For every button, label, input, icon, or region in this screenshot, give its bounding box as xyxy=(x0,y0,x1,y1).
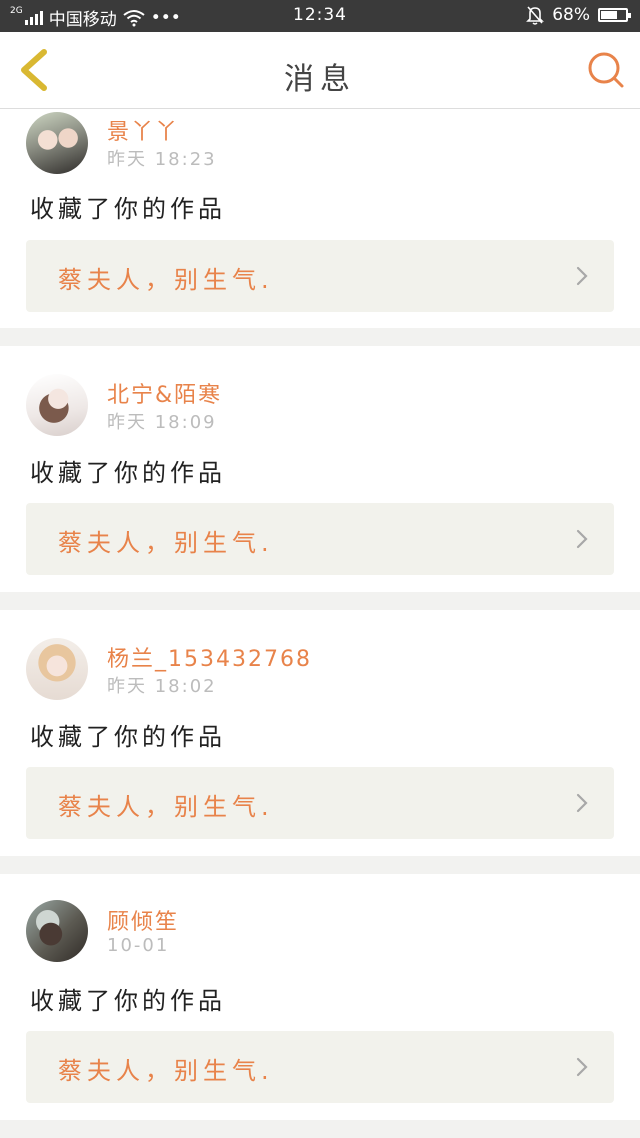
work-title: 蔡夫人，别生气. xyxy=(58,793,274,821)
username[interactable]: 杨兰_153432768 xyxy=(107,641,312,673)
chevron-right-icon xyxy=(576,793,588,813)
work-link[interactable]: 蔡夫人，别生气. xyxy=(26,503,614,575)
username[interactable]: 北宁&陌寒 xyxy=(107,377,222,409)
action-text: 收藏了你的作品 xyxy=(30,459,226,487)
work-link[interactable]: 蔡夫人，别生气. xyxy=(26,1031,614,1103)
message-time: 昨天 18:23 xyxy=(107,149,217,170)
work-title: 蔡夫人，别生气. xyxy=(58,1057,274,1085)
battery-fill xyxy=(601,11,617,19)
action-text: 收藏了你的作品 xyxy=(30,987,226,1015)
search-icon[interactable] xyxy=(586,50,626,90)
bell-muted-icon xyxy=(526,6,545,25)
message-time: 昨天 18:09 xyxy=(107,412,217,433)
status-bar: 2G 中国移动 ••• 12:34 68% xyxy=(0,0,640,32)
avatar[interactable] xyxy=(26,112,88,174)
chevron-right-icon xyxy=(576,1057,588,1077)
work-title: 蔡夫人，别生气. xyxy=(58,529,274,557)
message-time: 昨天 18:02 xyxy=(107,676,217,697)
avatar[interactable] xyxy=(26,900,88,962)
status-right: 68% xyxy=(526,5,631,25)
message-card: 景丫丫 昨天 18:23 收藏了你的作品 蔡夫人，别生气. xyxy=(0,109,640,328)
action-text: 收藏了你的作品 xyxy=(30,195,226,223)
work-link[interactable]: 蔡夫人，别生气. xyxy=(26,767,614,839)
username[interactable]: 顾倾笙 xyxy=(107,904,179,936)
message-card: 北宁&陌寒 昨天 18:09 收藏了你的作品 蔡夫人，别生气. xyxy=(0,346,640,592)
battery-percent: 68% xyxy=(552,5,590,25)
chevron-right-icon xyxy=(576,529,588,549)
avatar[interactable] xyxy=(26,638,88,700)
message-card: 顾倾笙 10-01 收藏了你的作品 蔡夫人，别生气. xyxy=(0,874,640,1120)
page-title: 消息 xyxy=(284,62,356,97)
chevron-right-icon xyxy=(576,266,588,286)
username[interactable]: 景丫丫 xyxy=(107,114,179,146)
work-title: 蔡夫人，别生气. xyxy=(58,266,274,294)
nav-bar: 消息 xyxy=(0,32,640,109)
work-link[interactable]: 蔡夫人，别生气. xyxy=(26,240,614,312)
message-card: 杨兰_153432768 昨天 18:02 收藏了你的作品 蔡夫人，别生气. xyxy=(0,610,640,856)
avatar[interactable] xyxy=(26,374,88,436)
message-time: 10-01 xyxy=(107,935,170,956)
action-text: 收藏了你的作品 xyxy=(30,723,226,751)
battery-icon xyxy=(598,8,631,22)
